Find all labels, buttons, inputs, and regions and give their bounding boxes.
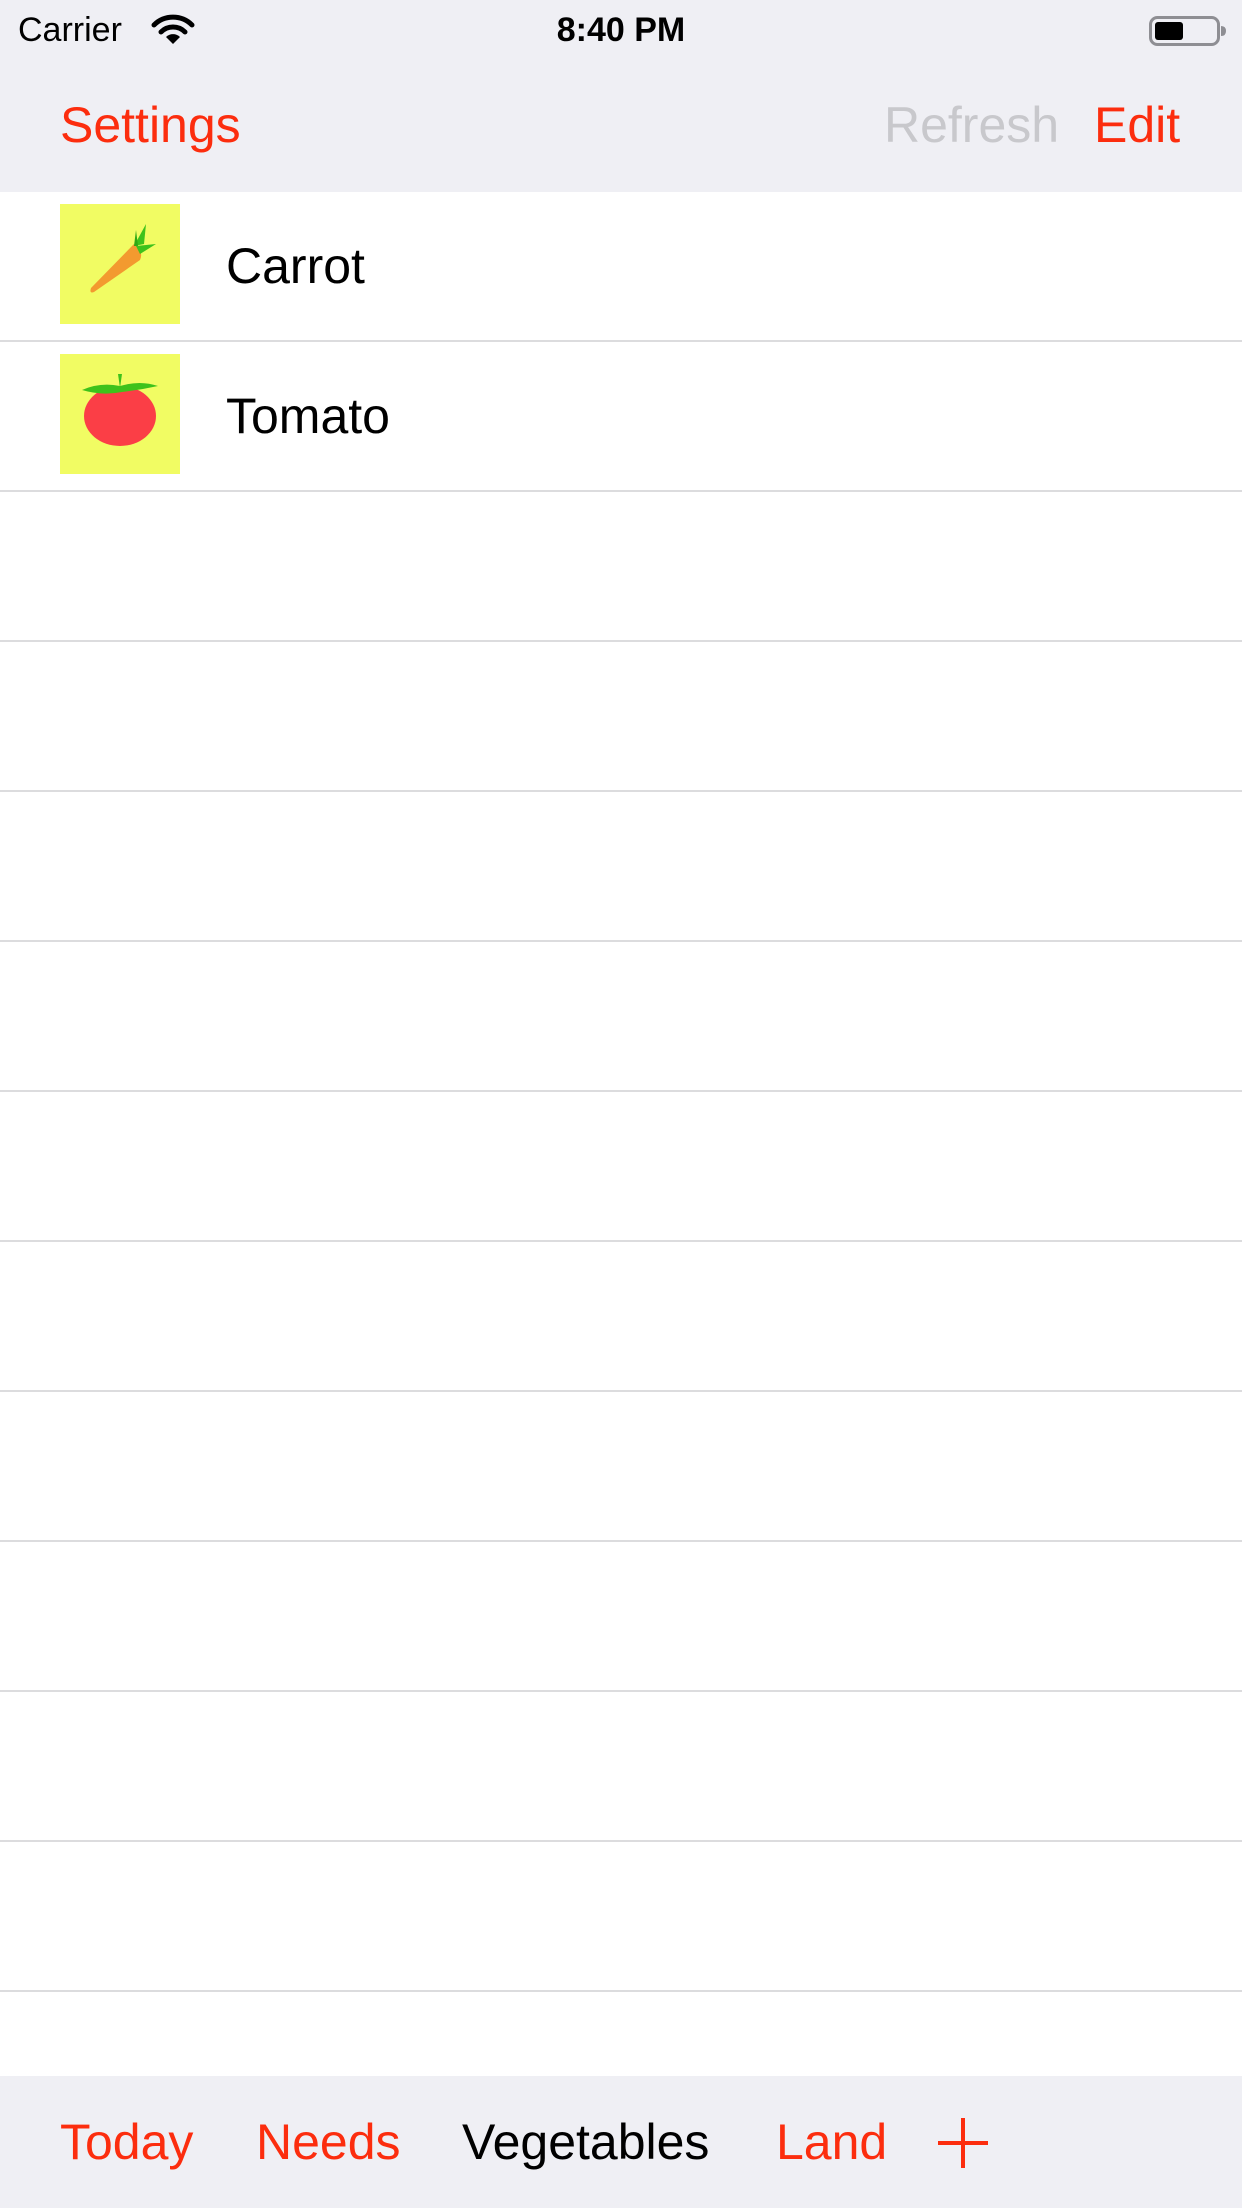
settings-button[interactable]: Settings xyxy=(60,97,241,153)
plus-icon[interactable] xyxy=(936,2116,990,2170)
tab-bar: Today Needs Vegetables Land xyxy=(0,2076,1242,2208)
empty-row xyxy=(0,1092,1242,1242)
table-row[interactable]: Tomato xyxy=(0,342,1242,492)
tab-today[interactable]: Today xyxy=(60,2114,193,2170)
carrot-icon xyxy=(60,204,180,324)
empty-row xyxy=(0,642,1242,792)
status-time: 8:40 PM xyxy=(556,11,686,49)
edit-button[interactable]: Edit xyxy=(1094,97,1180,153)
list-item-label: Tomato xyxy=(226,388,390,444)
empty-row xyxy=(0,1542,1242,1692)
tab-land[interactable]: Land xyxy=(776,2114,887,2170)
navigation-bar: Settings Refresh Edit xyxy=(0,60,1242,192)
status-bar: Carrier 8:40 PM xyxy=(0,0,1242,60)
refresh-button[interactable]: Refresh xyxy=(884,97,1059,153)
empty-row xyxy=(0,1992,1242,2076)
tab-needs[interactable]: Needs xyxy=(256,2114,401,2170)
empty-row xyxy=(0,492,1242,642)
vegetables-table[interactable]: Carrot Tomato xyxy=(0,192,1242,2076)
empty-row xyxy=(0,1692,1242,1842)
table-row[interactable]: Carrot xyxy=(0,192,1242,342)
battery-icon xyxy=(1149,13,1227,49)
empty-row xyxy=(0,1242,1242,1392)
tab-vegetables[interactable]: Vegetables xyxy=(462,2114,709,2170)
empty-row xyxy=(0,1842,1242,1992)
list-item-label: Carrot xyxy=(226,238,365,294)
empty-row xyxy=(0,942,1242,1092)
empty-row xyxy=(0,792,1242,942)
empty-row xyxy=(0,1392,1242,1542)
tomato-icon xyxy=(60,354,180,474)
